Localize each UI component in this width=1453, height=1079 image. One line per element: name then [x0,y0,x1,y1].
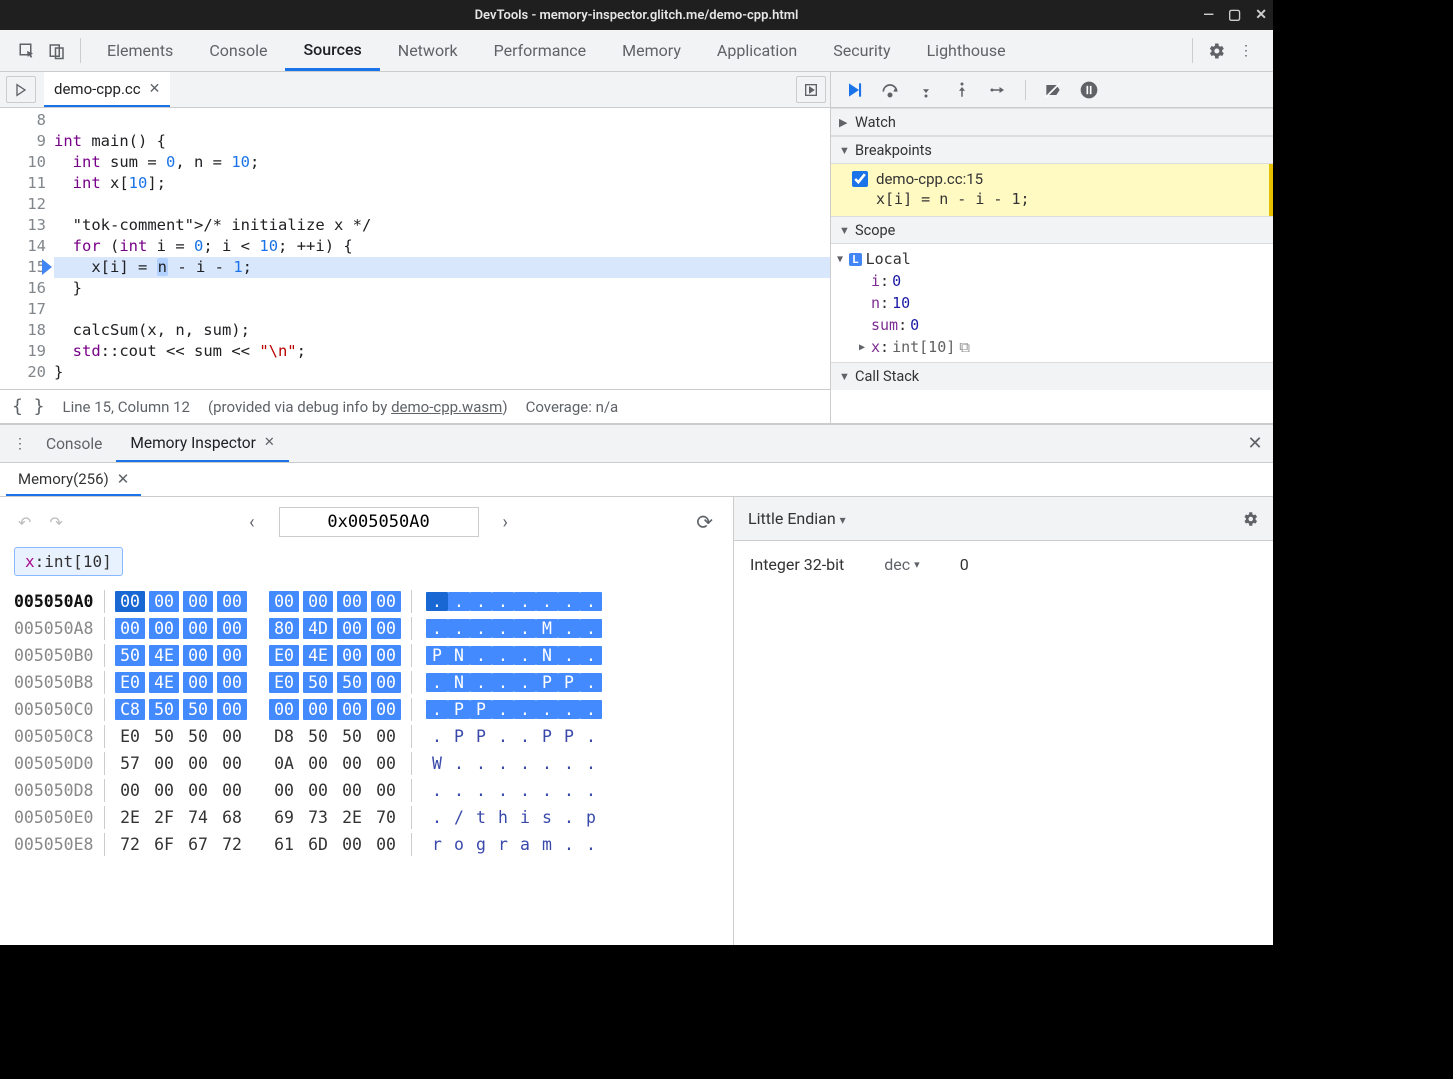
endianness-selector[interactable]: Little Endian ▾ [748,509,846,528]
resume-icon[interactable] [841,77,867,103]
drawer-more-icon[interactable]: ⋮ [8,425,32,462]
main-tabbar: ElementsConsoleSourcesNetworkPerformance… [0,30,1273,72]
memory-row[interactable]: 005050A00000000000000000........ [14,588,719,615]
main-tab-elements[interactable]: Elements [89,30,191,71]
main-tab-performance[interactable]: Performance [476,30,605,71]
page-next-icon[interactable]: › [497,512,514,533]
main-tab-security[interactable]: Security [815,30,908,71]
step-out-icon[interactable] [949,77,975,103]
source-map-link[interactable]: demo-cpp.wasm [391,398,502,416]
history-back-icon[interactable]: ↶ [14,509,35,536]
main-tab-network[interactable]: Network [380,30,476,71]
settings-gear-icon[interactable] [1201,30,1231,71]
chevron-down-icon: ▾ [914,558,920,571]
cursor-position: Line 15, Column 12 [63,398,190,416]
main-tab-application[interactable]: Application [699,30,815,71]
scope-var-x[interactable]: ▶x: int[10]⧉ [837,336,1267,358]
source-map-note: (provided via debug info by demo-cpp.was… [208,398,508,416]
scope-var-sum[interactable]: sum: 0 [837,314,1267,336]
chevron-right-icon: ▶ [839,116,851,129]
refresh-icon[interactable]: ⟳ [690,510,719,534]
debug-toolbar [831,72,1273,108]
memory-row[interactable]: 005050C8E0505000D8505000.PP..PP. [14,723,719,750]
main-tab-sources[interactable]: Sources [285,30,379,71]
callstack-section-header[interactable]: ▼ Call Stack [831,362,1273,390]
breakpoints-section-header[interactable]: ▼ Breakpoints [831,136,1273,164]
memory-buffer-tab[interactable]: Memory(256) ✕ [6,463,141,496]
local-badge-icon: L [849,253,862,266]
main-tab-lighthouse[interactable]: Lighthouse [909,30,1024,71]
scope-var-i[interactable]: i: 0 [837,270,1267,292]
breakpoint-label: demo-cpp.cc:15 [876,170,983,188]
step-over-icon[interactable] [877,77,903,103]
pause-on-exceptions-icon[interactable] [1076,77,1102,103]
chevron-down-icon: ▼ [839,370,851,383]
window-maximize-icon[interactable]: ▢ [1228,7,1241,23]
main-tab-console[interactable]: Console [191,30,285,71]
coverage-label: Coverage: n/a [526,398,619,416]
value-format-selector[interactable]: dec ▾ [884,555,919,574]
memory-hex-view[interactable]: 005050A00000000000000000........005050A8… [14,588,719,858]
chevron-down-icon: ▾ [840,513,846,527]
scope-var-n[interactable]: n: 10 [837,292,1267,314]
close-icon[interactable]: ✕ [117,470,130,488]
window-close-icon[interactable]: ✕ [1255,7,1267,23]
pretty-print-icon[interactable]: { } [12,396,45,417]
line-number-gutter[interactable]: 891011121314151617181920 [0,108,54,389]
memory-row[interactable]: 005050D0570000000A000000W....... [14,750,719,777]
close-drawer-icon[interactable]: ✕ [1237,425,1273,462]
close-icon[interactable]: ✕ [149,81,161,97]
close-icon[interactable]: ✕ [264,435,275,450]
window-minimize-icon[interactable]: — [1203,7,1214,23]
interpreted-value: 0 [960,555,969,574]
chevron-down-icon: ▼ [839,144,851,157]
run-snippet-icon[interactable] [796,76,826,103]
device-toggle-icon[interactable] [42,30,72,71]
main-tab-memory[interactable]: Memory [604,30,699,71]
step-into-icon[interactable] [913,77,939,103]
more-menu-icon[interactable]: ⋮ [1231,30,1261,71]
breakpoint-item[interactable]: demo-cpp.cc:15 x[i] = n - i - 1; [831,164,1273,216]
deactivate-breakpoints-icon[interactable] [1040,77,1066,103]
inspect-element-icon[interactable] [12,30,42,71]
scope-local-group[interactable]: ▼ L Local [837,248,1267,270]
editor-status-bar: { } Line 15, Column 12 (provided via deb… [0,389,830,423]
memory-row[interactable]: 005050E8726F6772616D0000rogram.. [14,831,719,858]
memory-row[interactable]: 005050C0C850500000000000.PP..... [14,696,719,723]
file-tab-demo-cpp[interactable]: demo-cpp.cc ✕ [44,72,170,107]
file-tab-label: demo-cpp.cc [54,80,141,98]
memory-address-input[interactable] [279,507,479,537]
window-titlebar: DevTools - memory-inspector.glitch.me/de… [0,0,1273,30]
value-settings-gear-icon[interactable] [1241,510,1259,528]
value-type-label: Integer 32-bit [750,555,844,574]
memory-row[interactable]: 005050E02E2F746869732E70./this.p [14,804,719,831]
chevron-down-icon: ▼ [839,224,851,237]
memory-row[interactable]: 005050B0504E0000E04E0000PN...N.. [14,642,719,669]
scope-section-header[interactable]: ▼ Scope [831,216,1273,244]
window-title: DevTools - memory-inspector.glitch.me/de… [475,8,799,23]
step-icon[interactable] [985,77,1011,103]
file-navigator-icon[interactable] [6,76,36,103]
breakpoint-code-line: x[i] = n - i - 1; [876,190,1259,208]
memory-highlight-chip[interactable]: x: int[10] [14,547,123,576]
memory-row[interactable]: 005050A800000000804D0000.....M.. [14,615,719,642]
drawer-tab-memory-inspector[interactable]: Memory Inspector ✕ [116,425,288,462]
breakpoint-checkbox[interactable] [852,171,868,187]
history-forward-icon[interactable]: ↷ [45,509,66,536]
drawer-tab-console[interactable]: Console [32,425,116,462]
watch-section-header[interactable]: ▶ Watch [831,108,1273,136]
code-editor[interactable]: int main() { int sum = 0, n = 10; int x[… [54,108,830,389]
memory-row[interactable]: 005050B8E04E0000E0505000.N...PP. [14,669,719,696]
memory-row[interactable]: 005050D80000000000000000........ [14,777,719,804]
chevron-down-icon: ▼ [837,254,849,265]
page-prev-icon[interactable]: ‹ [243,512,260,533]
